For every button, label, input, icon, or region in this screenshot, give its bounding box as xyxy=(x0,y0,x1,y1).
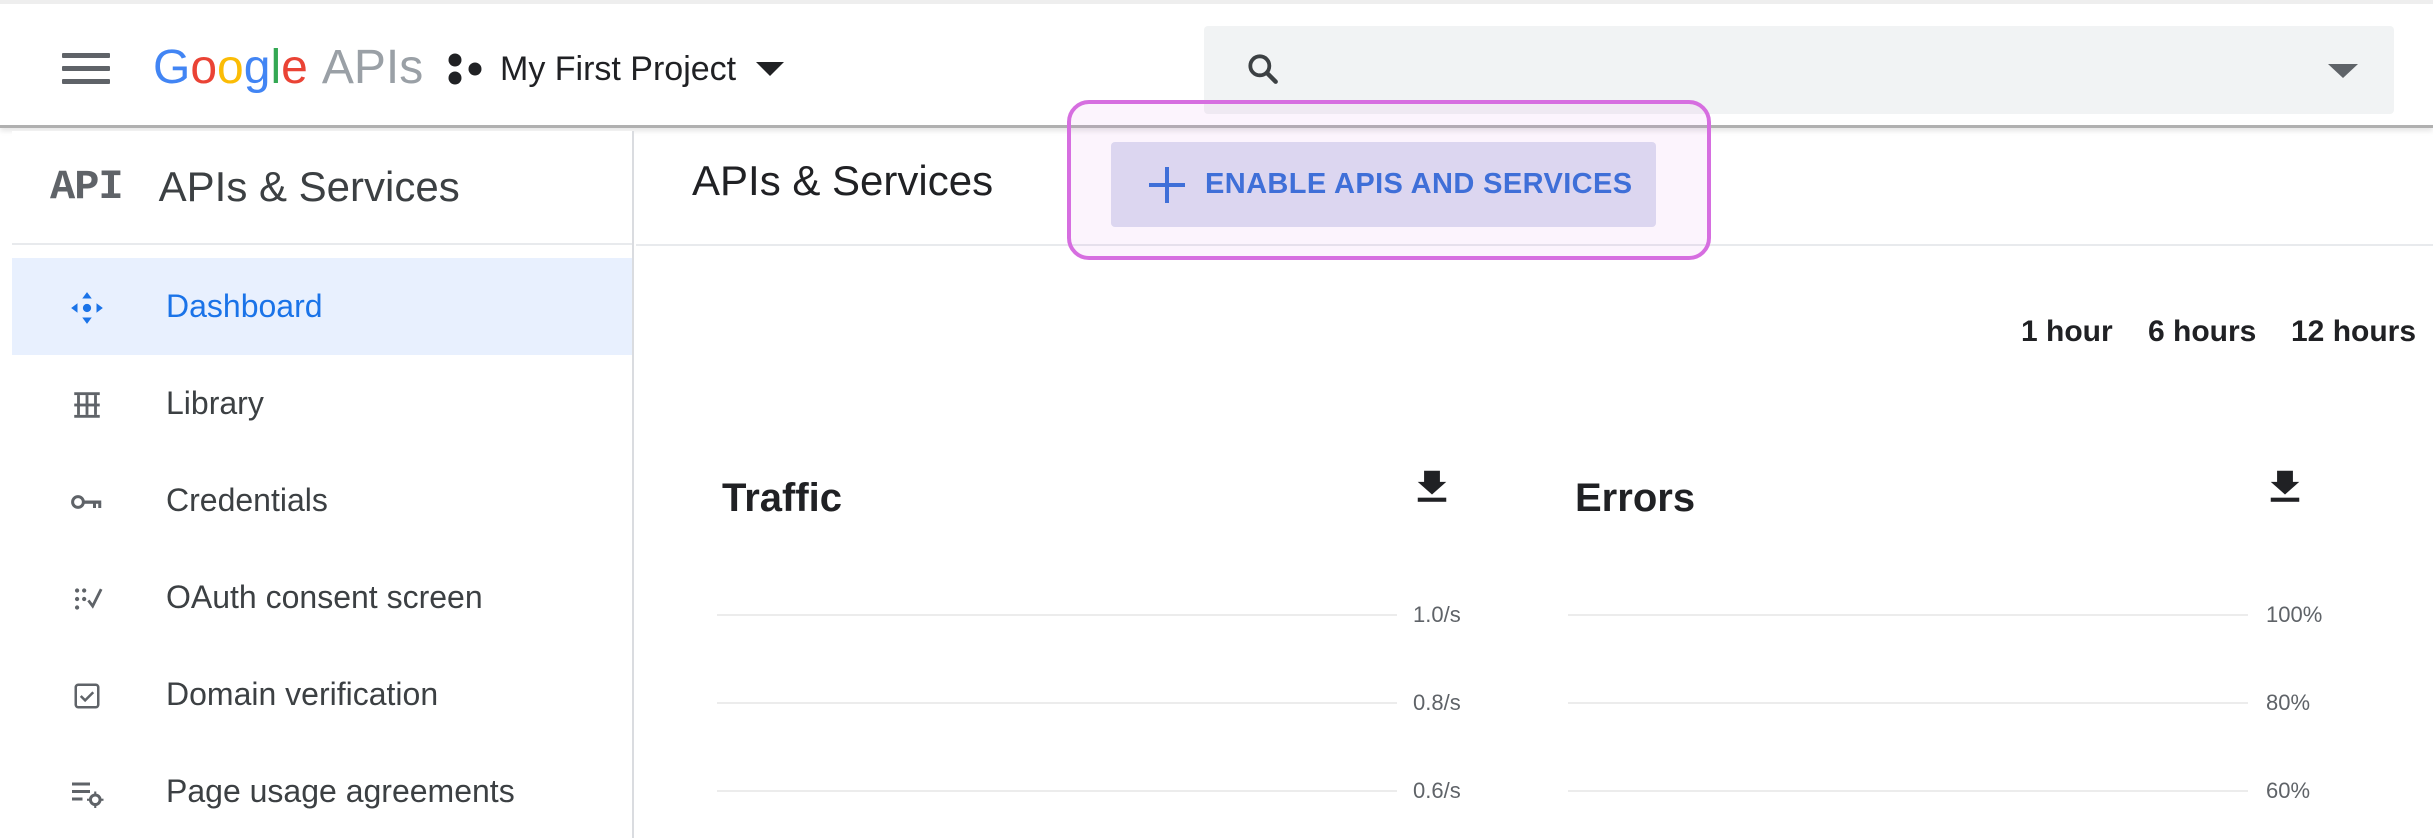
download-icon[interactable] xyxy=(2266,465,2304,505)
sidebar-item-label: Page usage agreements xyxy=(166,773,515,809)
project-selector[interactable]: My First Project xyxy=(446,44,785,94)
settings-list-icon xyxy=(67,773,107,813)
sidebar-item-oauth-consent[interactable]: OAuth consent screen xyxy=(12,549,632,646)
traffic-gridline xyxy=(717,702,1397,704)
menu-icon[interactable] xyxy=(62,53,110,85)
key-icon xyxy=(67,482,107,522)
traffic-tick-label: 1.0/s xyxy=(1413,602,1461,627)
api-badge-icon: API xyxy=(50,163,124,211)
sidebar-item-dashboard[interactable]: Dashboard xyxy=(12,258,632,355)
errors-tick-label: 100% xyxy=(2266,602,2323,627)
search-dropdown-icon[interactable] xyxy=(2328,64,2358,78)
sidebar-title: APIs & Services xyxy=(158,163,460,210)
chevron-down-icon xyxy=(756,62,785,76)
traffic-tick-label: 0.6/s xyxy=(1413,778,1461,803)
sidebar-item-page-usage[interactable]: Page usage agreements xyxy=(12,743,632,838)
sidebar-header: API APIs & Services xyxy=(12,131,632,245)
errors-tick-label: 80% xyxy=(2266,690,2311,715)
sidebar-item-label: Library xyxy=(166,385,264,421)
search-input[interactable] xyxy=(1304,44,2304,96)
plus-icon xyxy=(1149,166,1185,203)
sidebar-item-label: Domain verification xyxy=(166,676,439,712)
search-icon xyxy=(1248,54,1278,84)
time-range-6-hours[interactable]: 6 hours xyxy=(2148,315,2256,349)
google-apis-logo[interactable]: Google APIs xyxy=(153,32,423,102)
library-icon xyxy=(67,385,107,425)
sidebar: API APIs & Services Dashboard Library Cr… xyxy=(12,131,634,838)
project-dots-icon xyxy=(448,53,482,85)
page-title: APIs & Services xyxy=(692,157,994,204)
traffic-gridline xyxy=(717,790,1397,792)
traffic-tick-label: 0.8/s xyxy=(1413,690,1461,715)
sidebar-item-credentials[interactable]: Credentials xyxy=(12,452,632,549)
time-range-1-hour[interactable]: 1 hour xyxy=(2021,315,2113,349)
enable-apis-button[interactable]: ENABLE APIS AND SERVICES xyxy=(1111,142,1656,227)
checkbox-icon xyxy=(67,676,107,716)
project-name: My First Project xyxy=(500,49,737,88)
errors-gridline xyxy=(1568,790,2248,792)
time-range-12-hours[interactable]: 12 hours xyxy=(2291,315,2416,349)
logo-apis-text: APIs xyxy=(321,40,424,94)
sidebar-item-label: Dashboard xyxy=(166,288,323,324)
errors-gridline xyxy=(1568,702,2248,704)
dashboard-icon xyxy=(67,288,107,328)
errors-tick-label: 60% xyxy=(2266,778,2311,803)
download-icon[interactable] xyxy=(1413,465,1451,505)
sidebar-item-label: OAuth consent screen xyxy=(166,579,483,615)
errors-gridline xyxy=(1568,614,2248,616)
consent-icon xyxy=(67,579,107,619)
sidebar-item-domain-verification[interactable]: Domain verification xyxy=(12,646,632,743)
traffic-gridline xyxy=(717,614,1397,616)
sidebar-item-library[interactable]: Library xyxy=(12,355,632,452)
errors-chart-title: Errors xyxy=(1575,476,1696,520)
traffic-chart-title: Traffic xyxy=(722,476,843,520)
enable-apis-label: ENABLE APIS AND SERVICES xyxy=(1205,168,1633,200)
sidebar-item-label: Credentials xyxy=(166,482,328,518)
